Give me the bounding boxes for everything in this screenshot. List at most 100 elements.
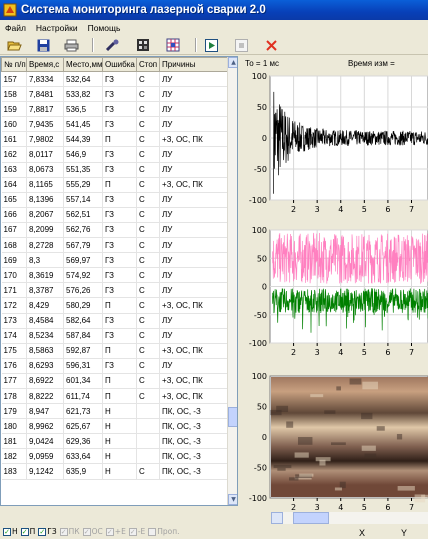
table-row[interactable]: 172 8,429 580,29 П С +З, ОС, ПК — [1, 297, 228, 314]
cell-error: ГЗ — [102, 222, 137, 239]
cell-reasons: ЛУ — [159, 328, 228, 344]
image-blotch — [277, 468, 286, 471]
image-blotch — [299, 473, 314, 477]
save-icon[interactable] — [35, 37, 51, 53]
period-label: То = 1 мс — [245, 59, 279, 68]
stop-icon[interactable] — [233, 37, 249, 53]
cell-error: Н — [102, 418, 137, 435]
table-row[interactable]: 176 8,6293 596,31 ГЗ С ЛУ — [1, 358, 228, 374]
menu-settings[interactable]: Настройки — [31, 23, 83, 33]
open-folder-icon[interactable] — [6, 37, 22, 53]
table-row[interactable]: 179 8,947 621,73 Н ПК, ОС, -З — [1, 403, 228, 420]
cell-stop: С — [136, 237, 160, 254]
cell-place: 533,82 — [63, 86, 103, 103]
play-icon[interactable] — [203, 37, 219, 53]
cell-place: 557,14 — [63, 192, 103, 208]
table-row[interactable]: 165 8,1396 557,14 ГЗ С ЛУ — [1, 192, 228, 208]
table-row[interactable]: 181 9,0424 629,36 Н ПК, ОС, -З — [1, 433, 228, 450]
close-icon[interactable] — [263, 37, 279, 53]
table-row[interactable]: 170 8,3619 574,92 ГЗ С ЛУ — [1, 267, 228, 284]
time-scroll-thumb[interactable] — [293, 512, 329, 524]
filter-label: Проп. — [157, 527, 180, 536]
menu-file[interactable]: Файл — [0, 23, 31, 33]
cell-error: П — [102, 373, 137, 389]
cell-place: 569,97 — [63, 252, 103, 269]
cell-number: 162 — [1, 146, 27, 163]
table-scrollbar[interactable]: ▲ ▼ — [227, 57, 237, 505]
x-tick-label: 3 — [315, 348, 320, 357]
col-stop[interactable]: Стоп — [136, 57, 160, 72]
table-row[interactable]: 178 8,8222 611,74 П С +З, ОС, ПК — [1, 388, 228, 405]
cell-stop: С — [136, 192, 160, 208]
filter-label: -Е — [137, 527, 146, 536]
table-row[interactable]: 167 8,2099 562,76 ГЗ С ЛУ — [1, 222, 228, 239]
cell-place: 582,64 — [63, 313, 103, 329]
table-row[interactable]: 161 7,9802 544,39 П С +З, ОС, ПК — [1, 131, 228, 148]
filter-checkbox[interactable]: ✓ П — [20, 527, 35, 536]
checkbox-box: ✓ — [38, 527, 47, 536]
cell-reasons: +З, ОС, ПК — [159, 297, 228, 314]
cell-stop: С — [136, 373, 160, 389]
cell-time: 8,0673 — [26, 162, 64, 178]
filter-checkbox[interactable]: ✓ Н — [3, 527, 18, 536]
cell-error: ГЗ — [102, 282, 137, 299]
menu-help[interactable]: Помощь — [83, 23, 126, 33]
cell-number: 159 — [1, 101, 27, 118]
table-row[interactable]: 162 8,0117 546,9 ГЗ С ЛУ — [1, 146, 228, 163]
time-scrollbar[interactable] — [271, 512, 428, 524]
x-tick-label: 7 — [409, 503, 414, 512]
filter-label: ОС — [91, 527, 103, 536]
col-place[interactable]: Место,мм — [63, 57, 103, 72]
table-row[interactable]: 160 7,9435 541,45 ГЗ С ЛУ — [1, 116, 228, 133]
col-error[interactable]: Ошибка — [102, 57, 137, 72]
cell-reasons: ЛУ — [159, 192, 228, 208]
table-row[interactable]: 180 8,9962 625,67 Н ПК, ОС, -З — [1, 418, 228, 435]
cell-reasons: ПК, ОС, -З — [159, 433, 228, 450]
table-row[interactable]: 174 8,5234 587,84 ГЗ С ЛУ — [1, 328, 228, 344]
x-tick-label: 5 — [362, 503, 367, 512]
scroll-thumb[interactable] — [228, 407, 237, 427]
col-number[interactable]: № п/п — [1, 57, 27, 72]
filter-checkbox[interactable]: ✓ ГЗ — [38, 527, 57, 536]
table-row[interactable]: 168 8,2728 567,79 ГЗ С ЛУ — [1, 237, 228, 254]
grid-icon[interactable] — [165, 37, 181, 53]
wrench-icon[interactable] — [104, 37, 120, 53]
scroll-up-button[interactable]: ▲ — [228, 57, 237, 68]
film-icon[interactable] — [135, 37, 151, 53]
y-tick-label: 100 — [252, 72, 267, 81]
table-row[interactable]: 159 7,8817 536,5 ГЗ С ЛУ — [1, 101, 228, 118]
image-blotch — [273, 464, 292, 469]
table-row[interactable]: 175 8,5863 592,87 П С +З, ОС, ПК — [1, 343, 228, 359]
col-reasons[interactable]: Причины — [159, 57, 228, 72]
cell-number: 176 — [1, 358, 27, 374]
col-time[interactable]: Время,с — [26, 57, 64, 72]
table-row[interactable]: 158 7,8481 533,82 ГЗ С ЛУ — [1, 86, 228, 103]
table-row[interactable]: 171 8,3787 576,26 ГЗ С ЛУ — [1, 282, 228, 299]
cell-place: 562,51 — [63, 207, 103, 223]
table-row[interactable]: 182 9,0959 633,64 Н ПК, ОС, -З — [1, 448, 228, 465]
scroll-down-button[interactable]: ▼ — [228, 494, 237, 505]
y-tick-label: -50 — [254, 464, 267, 473]
cell-number: 180 — [1, 418, 27, 435]
table-row[interactable]: 177 8,6922 601,34 П С +З, ОС, ПК — [1, 373, 228, 389]
cell-error: ГЗ — [102, 86, 137, 103]
cell-stop: С — [136, 162, 160, 178]
cell-reasons: ЛУ — [159, 313, 228, 329]
table-row[interactable]: 163 8,0673 551,35 ГЗ С ЛУ — [1, 162, 228, 178]
cell-place: 574,92 — [63, 267, 103, 284]
table-row[interactable]: 164 8,1165 555,29 П С +З, ОС, ПК — [1, 177, 228, 193]
results-table[interactable]: № п/п Время,с Место,мм Ошибка Стоп Причи… — [0, 56, 238, 506]
cell-number: 177 — [1, 373, 27, 389]
cell-stop: С — [136, 131, 160, 148]
table-row[interactable]: 183 9,1242 635,9 Н С ПК, ОС, -З — [1, 463, 228, 480]
cell-place: 562,76 — [63, 222, 103, 239]
x-tick-label: 3 — [315, 503, 320, 512]
table-row[interactable]: 173 8,4584 582,64 ГЗ С ЛУ — [1, 313, 228, 329]
cell-place: 596,31 — [63, 358, 103, 374]
scroll-left-button[interactable] — [271, 512, 283, 524]
table-row[interactable]: 157 7,8334 532,64 ГЗ С ЛУ — [1, 71, 228, 88]
print-icon[interactable] — [63, 37, 79, 53]
title-bar: Система мониторинга лазерной сварки 2.0 — [0, 0, 428, 20]
table-row[interactable]: 166 8,2067 562,51 ГЗ С ЛУ — [1, 207, 228, 223]
table-row[interactable]: 169 8,3 569,97 ГЗ С ЛУ — [1, 252, 228, 269]
